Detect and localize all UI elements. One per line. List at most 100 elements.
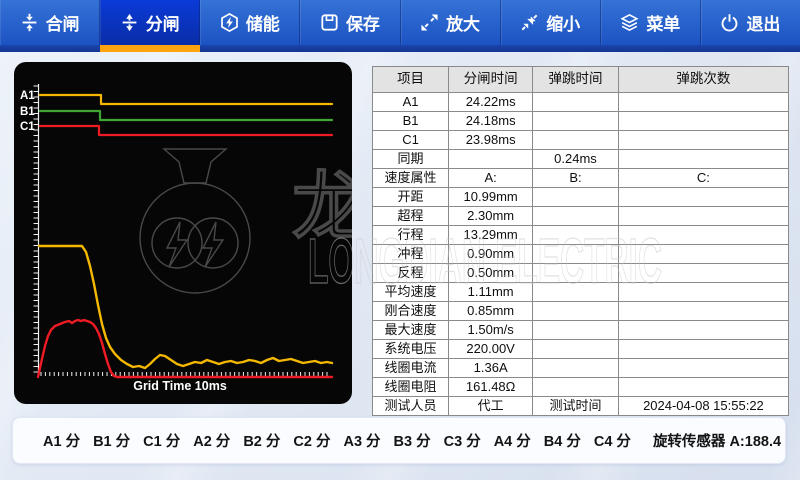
table-row: 开距10.99mm [373,188,789,207]
value-cell [618,378,788,397]
value-cell [618,112,788,131]
value-cell [618,264,788,283]
open-breaker-icon [120,13,139,32]
value-cell [533,245,619,264]
value-cell: 2024-04-08 15:55:22 [618,397,788,416]
phase-label: B1 [20,106,35,118]
tab-exit[interactable]: 退出 [701,0,800,45]
value-cell [618,245,788,264]
tab-label: 分闸 [146,10,180,35]
value-cell: 161.48Ω [449,378,533,397]
table-row: C123.98ms [373,131,789,150]
value-cell: 1.36A [449,359,533,378]
table-row: 系统电压220.00V [373,340,789,359]
table-row: 超程2.30mm [373,207,789,226]
row-label: 系统电压 [373,340,449,359]
save-icon [320,13,339,32]
phase-status-item: C2 分 [293,430,330,451]
value-cell [618,93,788,112]
table-header-row: 项目分闸时间弹跳时间弹跳次数 [373,67,789,93]
brand-logo-watermark: 龙 [140,149,352,293]
phase-status-item: B3 分 [394,430,431,451]
tab-open[interactable]: 分闸 [100,0,200,45]
phase-status-item: B1 分 [93,430,130,451]
value-cell [618,207,788,226]
value-cell [533,131,619,150]
value-cell: 24.18ms [449,112,533,131]
x-axis-caption: Grid Time 10ms [133,379,227,393]
toolbar-tabs: 合闸 分闸 储能保存放大 缩小菜单 退出 [0,0,800,45]
value-cell [533,378,619,397]
row-label: 开距 [373,188,449,207]
table-row: 最大速度1.50m/s [373,321,789,340]
phase-status-item: B2 分 [243,430,280,451]
row-label: 最大速度 [373,321,449,340]
phase-status-item: C3 分 [444,430,481,451]
row-label: 线圈电阻 [373,378,449,397]
svg-text:龙: 龙 [292,165,352,248]
row-label: A1 [373,93,449,112]
table-row: 平均速度1.11mm [373,283,789,302]
results-table-panel: 项目分闸时间弹跳时间弹跳次数 A124.22msB124.18msC123.98… [372,66,789,416]
row-label: 反程 [373,264,449,283]
tab-label: 缩小 [546,10,580,35]
value-cell [618,340,788,359]
value-cell: B: [533,169,619,188]
value-cell [533,93,619,112]
value-cell: 0.24ms [533,150,619,169]
row-label: 超程 [373,207,449,226]
value-cell: 1.50m/s [449,321,533,340]
value-cell: 13.29mm [449,226,533,245]
tab-label: 储能 [246,10,280,35]
column-header: 弹跳次数 [618,67,788,93]
close-breaker-icon [20,13,39,32]
tab-label: 退出 [746,10,780,35]
phase-status-item: C1 分 [143,430,180,451]
value-cell [533,321,619,340]
tab-label: 合闸 [46,10,80,35]
table-row: 行程13.29mm [373,226,789,245]
tab-menu[interactable]: 菜单 [601,0,701,45]
tab-save[interactable]: 保存 [300,0,400,45]
row-label: 线圈电流 [373,359,449,378]
energy-storage-icon [220,13,239,32]
value-cell: C: [618,169,788,188]
value-cell [618,359,788,378]
value-cell [533,264,619,283]
toolbar-bottom-strip [0,45,800,52]
waveform-travel-curve [39,246,332,368]
value-cell [618,226,788,245]
tab-zoomout[interactable]: 缩小 [501,0,601,45]
value-cell: 220.00V [449,340,533,359]
value-cell [618,150,788,169]
table-row: B124.18ms [373,112,789,131]
tab-close[interactable]: 合闸 [0,0,100,45]
value-cell: A: [449,169,533,188]
status-bar: A1 分B1 分C1 分A2 分B2 分C2 分A3 分B3 分C3 分A4 分… [12,417,786,464]
table-row: 线圈电阻161.48Ω [373,378,789,397]
waveform-coil-current-curve [38,320,332,377]
results-table: 项目分闸时间弹跳时间弹跳次数 A124.22msB124.18msC123.98… [372,66,789,416]
value-cell [618,302,788,321]
table-row: 线圈电流1.36A [373,359,789,378]
tab-zoomin[interactable]: 放大 [401,0,501,45]
value-cell: 1.11mm [449,283,533,302]
zoom-in-icon [420,13,439,32]
table-row: A124.22ms [373,93,789,112]
waveform-C1-contact [40,126,332,135]
tab-energy[interactable]: 储能 [200,0,300,45]
waveform-chart: 龙A1B1C1Grid Time 10ms [14,62,352,404]
phase-status-item: A3 分 [343,430,380,451]
waveform-A1-contact [40,95,332,104]
value-cell: 测试时间 [533,397,619,416]
phase-status-item: A1 分 [43,430,80,451]
value-cell [533,188,619,207]
value-cell: 0.90mm [449,245,533,264]
value-cell [618,283,788,302]
value-cell: 24.22ms [449,93,533,112]
row-label: C1 [373,131,449,150]
value-cell: 代工 [449,397,533,416]
value-cell [618,321,788,340]
row-label: 平均速度 [373,283,449,302]
phase-status-item: C4 分 [594,430,631,451]
